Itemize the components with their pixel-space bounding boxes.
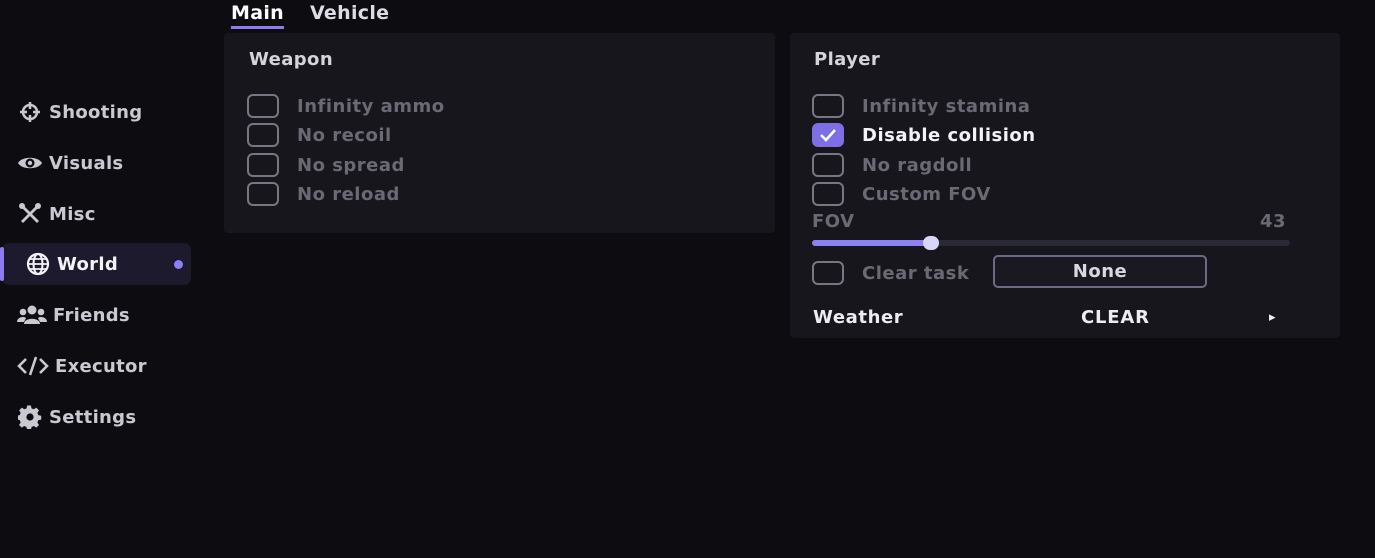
active-indicator-dot bbox=[174, 260, 183, 269]
gear-icon bbox=[17, 404, 43, 430]
tab-main[interactable]: Main bbox=[231, 2, 284, 29]
infinity-ammo-toggle[interactable]: Infinity ammo bbox=[247, 94, 445, 118]
player-panel-title: Player bbox=[814, 49, 881, 70]
option-label: No recoil bbox=[297, 124, 392, 146]
disable-collision-toggle[interactable]: Disable collision bbox=[812, 123, 1036, 147]
check-icon bbox=[820, 129, 836, 142]
checkbox[interactable] bbox=[247, 123, 279, 147]
tools-icon bbox=[17, 201, 43, 227]
task-select-button[interactable]: None bbox=[993, 255, 1207, 288]
option-label: Infinity stamina bbox=[862, 95, 1031, 117]
tab-vehicle[interactable]: Vehicle bbox=[310, 2, 389, 29]
option-label: Infinity ammo bbox=[297, 95, 445, 117]
no-reload-toggle[interactable]: No reload bbox=[247, 182, 400, 206]
checkbox[interactable] bbox=[812, 123, 844, 147]
tab-bar: Main Vehicle bbox=[231, 2, 389, 29]
globe-icon bbox=[25, 251, 51, 277]
infinity-stamina-toggle[interactable]: Infinity stamina bbox=[812, 94, 1030, 118]
no-spread-toggle[interactable]: No spread bbox=[247, 153, 405, 177]
checkbox[interactable] bbox=[812, 94, 844, 118]
sidebar-item-settings[interactable]: Settings bbox=[2, 396, 191, 438]
player-panel: Player Infinity stamina Disable collisio… bbox=[790, 33, 1340, 338]
sidebar-item-visuals[interactable]: Visuals bbox=[2, 142, 191, 184]
checkbox[interactable] bbox=[247, 94, 279, 118]
sidebar-item-label: Settings bbox=[49, 406, 137, 428]
option-label: Custom FOV bbox=[862, 183, 991, 205]
users-icon bbox=[17, 302, 47, 328]
fov-label: FOV bbox=[812, 211, 855, 232]
fov-slider-fill bbox=[812, 240, 936, 246]
sidebar: Shooting Visuals Misc World Friends Exec… bbox=[0, 0, 200, 558]
sidebar-item-label: Friends bbox=[53, 304, 130, 326]
checkbox[interactable] bbox=[247, 182, 279, 206]
eye-icon bbox=[17, 150, 43, 176]
checkbox[interactable] bbox=[247, 153, 279, 177]
fov-value: 43 bbox=[1260, 211, 1287, 232]
crosshair-icon bbox=[17, 99, 43, 125]
clear-task-toggle[interactable]: Clear task bbox=[812, 261, 969, 285]
weapon-panel: Weapon Infinity ammo No recoil No spread… bbox=[224, 33, 775, 233]
sidebar-item-shooting[interactable]: Shooting bbox=[2, 91, 191, 133]
sidebar-item-friends[interactable]: Friends bbox=[2, 294, 191, 336]
weather-next-arrow-icon[interactable]: ▸ bbox=[1269, 310, 1276, 325]
weapon-panel-title: Weapon bbox=[249, 49, 334, 70]
option-label: Clear task bbox=[862, 262, 970, 284]
no-recoil-toggle[interactable]: No recoil bbox=[247, 123, 392, 147]
sidebar-item-label: Visuals bbox=[49, 152, 124, 174]
checkbox[interactable] bbox=[812, 153, 844, 177]
code-icon bbox=[17, 353, 49, 379]
sidebar-item-executor[interactable]: Executor bbox=[2, 345, 191, 387]
weather-label: Weather bbox=[813, 307, 904, 328]
no-ragdoll-toggle[interactable]: No ragdoll bbox=[812, 153, 972, 177]
sidebar-item-label: Shooting bbox=[49, 101, 143, 123]
option-label: No ragdoll bbox=[862, 154, 973, 176]
sidebar-item-misc[interactable]: Misc bbox=[2, 193, 191, 235]
option-label: No reload bbox=[297, 183, 400, 205]
fov-slider-knob[interactable] bbox=[923, 236, 939, 250]
sidebar-item-label: Misc bbox=[49, 203, 96, 225]
checkbox[interactable] bbox=[812, 182, 844, 206]
option-label: Disable collision bbox=[862, 124, 1036, 146]
option-label: No spread bbox=[297, 154, 405, 176]
checkbox[interactable] bbox=[812, 261, 844, 285]
custom-fov-toggle[interactable]: Custom FOV bbox=[812, 182, 991, 206]
app-window: Shooting Visuals Misc World Friends Exec… bbox=[0, 0, 1375, 558]
sidebar-item-label: World bbox=[57, 253, 119, 275]
sidebar-item-label: Executor bbox=[55, 355, 147, 377]
weather-value[interactable]: CLEAR bbox=[1081, 307, 1150, 328]
sidebar-item-world[interactable]: World bbox=[0, 243, 191, 285]
